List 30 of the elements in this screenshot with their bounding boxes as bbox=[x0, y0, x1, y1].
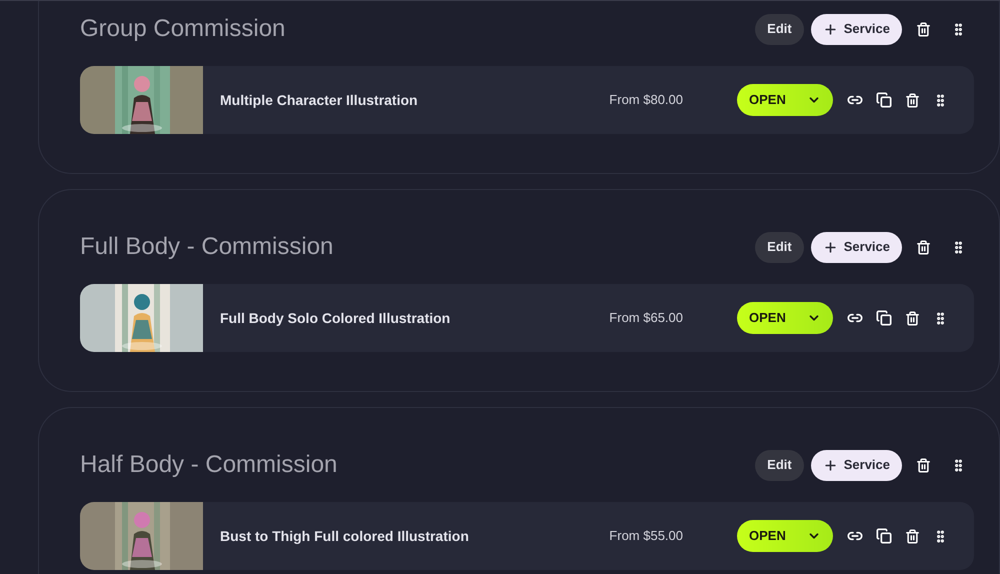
status-dropdown[interactable]: OPEN bbox=[737, 84, 833, 116]
copy-icon[interactable] bbox=[876, 528, 892, 544]
add-service-button[interactable]: Service bbox=[810, 14, 902, 44]
status-dropdown[interactable]: OPEN bbox=[737, 302, 833, 334]
plus-icon bbox=[822, 240, 838, 254]
service-name: Bust to Thigh Full colored Illustration bbox=[220, 526, 469, 546]
plus-icon bbox=[822, 22, 838, 36]
delete-icon[interactable] bbox=[905, 92, 920, 108]
copy-icon[interactable] bbox=[876, 310, 892, 326]
add-service-button[interactable]: Service bbox=[810, 232, 902, 262]
service-name: Full Body Solo Colored Illustration bbox=[220, 308, 450, 328]
edit-button[interactable]: Edit bbox=[755, 14, 804, 44]
delete-icon[interactable] bbox=[916, 22, 931, 36]
delete-icon[interactable] bbox=[916, 240, 931, 254]
plus-icon bbox=[822, 458, 838, 472]
edit-button[interactable]: Edit bbox=[755, 450, 804, 480]
section-title: Full Body - Commission bbox=[80, 232, 334, 262]
section-title: Group Commission bbox=[80, 14, 286, 44]
edit-button[interactable]: Edit bbox=[755, 232, 804, 262]
section-title: Half Body - Commission bbox=[80, 450, 338, 480]
service-name: Multiple Character Illustration bbox=[220, 90, 418, 110]
add-service-button[interactable]: Service bbox=[810, 450, 902, 480]
copy-icon[interactable] bbox=[876, 92, 892, 108]
service-price: From $80.00 bbox=[609, 91, 683, 110]
delete-icon[interactable] bbox=[905, 310, 920, 326]
delete-icon[interactable] bbox=[916, 458, 931, 472]
delete-icon[interactable] bbox=[905, 528, 920, 544]
status-dropdown[interactable]: OPEN bbox=[737, 520, 833, 552]
service-price: From $55.00 bbox=[609, 527, 683, 546]
service-price: From $65.00 bbox=[609, 309, 683, 328]
